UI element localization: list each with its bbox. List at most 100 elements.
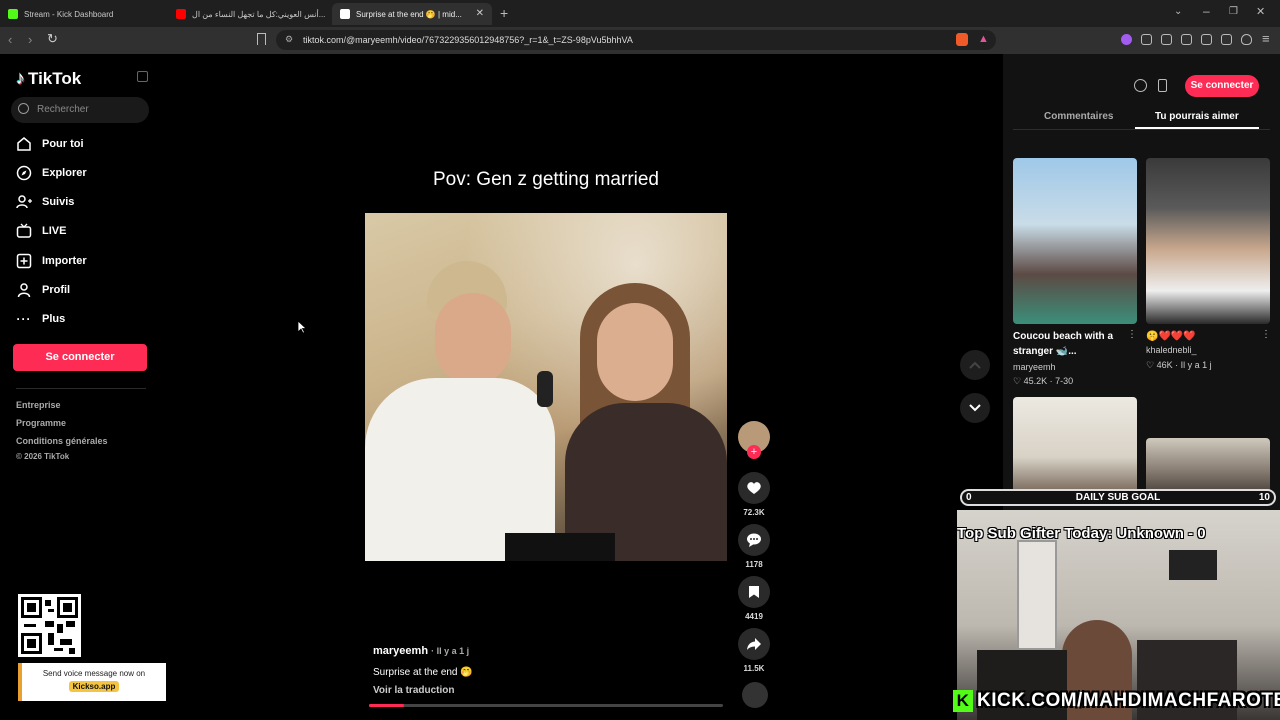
sidebar-item-suivis[interactable]: Suivis	[16, 194, 74, 210]
sidebar-item-label: Pour toi	[42, 138, 84, 150]
chevron-down-icon	[969, 404, 981, 412]
site-info-icon[interactable]: ⚙	[285, 34, 293, 45]
video-player[interactable]	[365, 213, 727, 561]
vpn-shield-icon[interactable]	[1241, 34, 1252, 45]
author-name[interactable]: maryeemh	[373, 645, 428, 657]
music-disc-icon[interactable]	[742, 682, 768, 708]
brave-shield-icon[interactable]	[956, 33, 968, 46]
footer-link-entreprise[interactable]: Entreprise	[16, 400, 61, 410]
extension-icon[interactable]	[1141, 34, 1152, 45]
sub-goal-bar: 0 DAILY SUB GOAL 10	[960, 489, 1276, 506]
previous-video-button[interactable]	[960, 350, 990, 380]
kick-url-text: KICK.COM/MAHDIMACHFAROTB	[977, 690, 1280, 711]
address-bar[interactable]: tiktok.com/@maryeemh/video/7673229356012…	[276, 30, 996, 50]
sidebar-item-importer[interactable]: Importer	[16, 253, 87, 269]
sidebar-item-label: Plus	[42, 313, 66, 325]
new-tab-icon[interactable]: +	[500, 5, 508, 21]
sidebar-item-explorer[interactable]: Explorer	[16, 165, 87, 181]
share-button[interactable]: 11.5K	[738, 628, 770, 673]
forward-icon[interactable]: ›	[28, 32, 32, 47]
follow-plus-icon[interactable]: +	[747, 445, 761, 459]
footer-link-programme[interactable]: Programme	[16, 418, 66, 428]
comment-button[interactable]: 1178	[738, 524, 770, 569]
suggestion-author[interactable]: khalednebli_	[1146, 345, 1197, 355]
back-icon[interactable]: ‹	[8, 32, 12, 47]
like-button[interactable]: 72.3K	[738, 472, 770, 517]
suggestion-title[interactable]: 🤫❤️❤️❤️	[1146, 329, 1264, 344]
divider	[16, 388, 146, 389]
tab-comments[interactable]: Commentaires	[1044, 111, 1113, 122]
more-options-icon[interactable]: ⋮	[1127, 329, 1137, 340]
browser-tab-kick[interactable]: Stream - Kick Dashboard	[0, 3, 165, 25]
suggestion-title[interactable]: Coucou beach with a stranger 🐋...	[1013, 329, 1131, 359]
music-icon[interactable]	[1161, 34, 1172, 45]
browser-tab-tiktok[interactable]: Surprise at the end 🤭 | mid... ✕	[332, 3, 492, 25]
kickso-brand: Kickso.app	[68, 681, 120, 692]
heart-icon	[738, 472, 770, 504]
live-icon	[16, 223, 32, 239]
suggestion-author[interactable]: maryeemh	[1013, 362, 1056, 372]
rewards-icon[interactable]: ▲	[978, 33, 989, 45]
tab-title: أنس العويني:كل ما تجهل النساء من ال...	[192, 9, 326, 19]
minimize-icon[interactable]: –	[1203, 4, 1210, 18]
login-button-top[interactable]: Se connecter	[1185, 75, 1259, 97]
login-button-sidebar[interactable]: Se connecter	[13, 344, 147, 371]
following-icon	[16, 194, 32, 210]
tab-title: Stream - Kick Dashboard	[24, 9, 114, 19]
wallet-icon[interactable]	[1201, 34, 1212, 45]
sidebar-item-profil[interactable]: Profil	[16, 282, 70, 298]
tv-shape	[1169, 550, 1217, 580]
suggestion-thumbnail[interactable]	[1013, 397, 1137, 497]
extension-icon[interactable]	[1121, 34, 1132, 45]
close-window-icon[interactable]: ✕	[1256, 5, 1265, 18]
mobile-icon[interactable]	[1158, 79, 1167, 92]
suggestion-date: Il y a 1 j	[1180, 360, 1212, 370]
chevron-down-icon[interactable]: ⌄	[1174, 6, 1182, 17]
video-title-overlay: Pov: Gen z getting married	[433, 169, 659, 190]
translate-link[interactable]: Voir la traduction	[373, 685, 455, 696]
search-input[interactable]: Rechercher	[11, 97, 149, 123]
sidebar-item-live[interactable]: LIVE	[16, 223, 66, 239]
more-options-icon[interactable]: ⋮	[1261, 329, 1271, 340]
suggestion-thumbnail[interactable]	[1146, 158, 1270, 324]
video-progress-bar[interactable]	[369, 704, 723, 707]
microphone-shape	[537, 371, 553, 407]
sidebar-item-plus[interactable]: ··· Plus	[16, 311, 66, 327]
author-line[interactable]: maryeemh · Il y a 1 j	[373, 645, 469, 657]
separator-dot: ·	[1175, 360, 1179, 370]
sidebar-item-label: Explorer	[42, 167, 87, 179]
creator-avatar[interactable]: +	[738, 421, 770, 459]
bookmark-icon	[738, 576, 770, 608]
sidebar-toggle-icon[interactable]	[1181, 34, 1192, 45]
save-button[interactable]: 4419	[738, 576, 770, 621]
sidebar-item-label: Suivis	[42, 196, 75, 208]
suggestion-thumbnail[interactable]	[1013, 158, 1137, 324]
footer-link-conditions[interactable]: Conditions générales	[16, 436, 108, 446]
reload-icon[interactable]: ↻	[47, 31, 58, 47]
sidebar-item-label: Importer	[42, 255, 87, 267]
tiktok-logo[interactable]: ♪ TikTok	[16, 68, 81, 89]
browser-tab-youtube[interactable]: أنس العويني:كل ما تجهل النساء من ال...	[168, 3, 328, 25]
suggestion-stats: ♡ 46K · Il y a 1 j	[1146, 360, 1212, 371]
maximize-icon[interactable]: ❐	[1229, 6, 1238, 17]
next-video-button[interactable]	[960, 393, 990, 423]
home-icon	[16, 136, 32, 152]
sidebar-item-pour-toi[interactable]: Pour toi	[16, 136, 84, 152]
bookmark-icon[interactable]	[257, 33, 266, 45]
menu-icon[interactable]: ≡	[1262, 31, 1270, 46]
youtube-favicon-icon	[176, 9, 186, 19]
ai-icon[interactable]	[1221, 34, 1232, 45]
man-face-shape	[435, 293, 511, 385]
collapse-sidebar-icon[interactable]	[137, 71, 148, 82]
compass-icon[interactable]	[1134, 79, 1147, 92]
close-tab-icon[interactable]: ✕	[476, 8, 484, 19]
comment-count: 1178	[745, 560, 763, 569]
tab-divider	[1013, 129, 1270, 130]
kickso-banner: Send voice message now on Kickso.app	[18, 663, 166, 701]
separator-dot: ·	[1049, 376, 1053, 386]
copyright-text: © 2026 TikTok	[16, 452, 70, 461]
window-shape	[1017, 540, 1057, 650]
qr-code-icon	[21, 597, 78, 654]
tab-suggestions[interactable]: Tu pourrais aimer	[1155, 111, 1239, 122]
qr-code	[18, 594, 81, 657]
